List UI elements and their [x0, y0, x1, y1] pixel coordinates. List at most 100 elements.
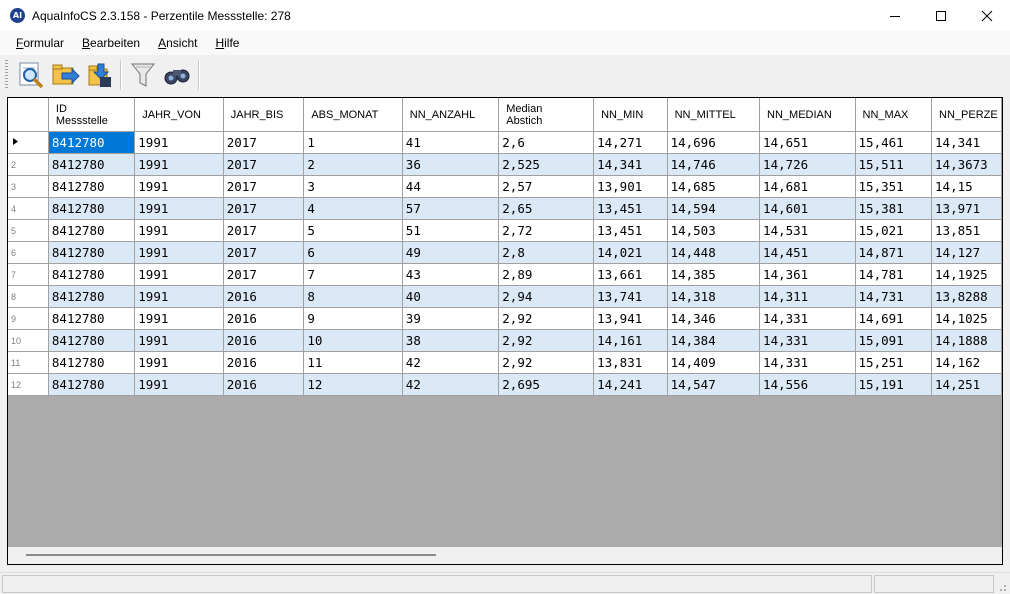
table-cell[interactable]: 14,1888	[931, 329, 1002, 352]
search-document-button[interactable]	[14, 58, 48, 92]
table-cell[interactable]: 14,594	[667, 197, 761, 220]
table-cell[interactable]: 1991	[134, 131, 224, 154]
table-cell[interactable]: 2,92	[498, 351, 595, 374]
toolbar-grip[interactable]	[5, 60, 8, 90]
table-cell[interactable]: 2,89	[498, 263, 595, 286]
column-header[interactable]: JAHR_VON	[134, 98, 224, 132]
table-cell[interactable]: 2017	[223, 219, 305, 242]
table-cell[interactable]: 2,94	[498, 285, 595, 308]
row-header[interactable]: 8	[8, 285, 49, 308]
table-cell[interactable]: 15,351	[855, 175, 933, 198]
table-cell[interactable]: 3	[303, 175, 403, 198]
row-header[interactable]: 12	[8, 373, 49, 396]
table-cell[interactable]: 44	[402, 175, 500, 198]
menu-ansicht[interactable]: Ansicht	[149, 36, 206, 50]
find-button[interactable]	[160, 58, 194, 92]
table-cell[interactable]: 14,271	[593, 131, 668, 154]
table-cell[interactable]: 10	[303, 329, 403, 352]
table-cell[interactable]: 14,781	[855, 263, 933, 286]
table-cell[interactable]: 2,72	[498, 219, 595, 242]
maximize-button[interactable]	[918, 0, 964, 31]
row-header[interactable]: 9	[8, 307, 49, 330]
table-cell[interactable]: 14,409	[667, 351, 761, 374]
table-cell[interactable]: 1991	[134, 373, 224, 396]
table-cell[interactable]: 14,451	[759, 241, 856, 264]
table-cell[interactable]: 1991	[134, 175, 224, 198]
table-cell[interactable]: 2	[303, 153, 403, 176]
table-cell[interactable]: 14,311	[759, 285, 856, 308]
table-cell[interactable]: 14,331	[759, 329, 856, 352]
table-cell[interactable]: 8412780	[48, 307, 136, 330]
table-row[interactable]: 10 8412780 1991 2016 10 38 2,92 14,161 14,384 14,…	[8, 329, 1002, 352]
table-cell[interactable]: 2,8	[498, 241, 595, 264]
table-cell[interactable]: 15,191	[855, 373, 933, 396]
table-cell[interactable]: 14,318	[667, 285, 761, 308]
table-cell[interactable]: 13,741	[593, 285, 668, 308]
column-header[interactable]: ABS_MONAT	[303, 98, 403, 132]
row-header[interactable]: 7	[8, 263, 49, 286]
table-cell[interactable]: 41	[402, 131, 500, 154]
table-cell[interactable]: 12	[303, 373, 403, 396]
table-cell[interactable]: 2017	[223, 153, 305, 176]
table-row[interactable]: 12 8412780 1991 2016 12 42 2,695 14,241 14,547 14…	[8, 373, 1002, 396]
column-header[interactable]: ID Messstelle	[48, 98, 136, 132]
table-cell[interactable]: 13,901	[593, 175, 668, 198]
table-row[interactable]: 3 8412780 1991 2017 3 44 2,57 13,901 14,685 14,68…	[8, 175, 1002, 198]
table-cell[interactable]: 14,448	[667, 241, 761, 264]
table-cell[interactable]: 8412780	[48, 241, 136, 264]
column-header[interactable]: NN_MAX	[855, 98, 933, 132]
table-cell[interactable]: 14,331	[759, 307, 856, 330]
table-cell[interactable]: 13,971	[931, 197, 1002, 220]
export-button[interactable]	[48, 58, 82, 92]
table-cell[interactable]: 14,341	[931, 131, 1002, 154]
table-row[interactable]: 11 8412780 1991 2016 11 42 2,92 13,831 14,409 14,…	[8, 351, 1002, 374]
table-cell[interactable]: 14,331	[759, 351, 856, 374]
table-row[interactable]: 4 8412780 1991 2017 4 57 2,65 13,451 14,594 14,60…	[8, 197, 1002, 220]
table-cell[interactable]: 13,941	[593, 307, 668, 330]
row-header[interactable]: 3	[8, 175, 49, 198]
horizontal-scrollbar[interactable]	[8, 547, 1002, 564]
table-cell[interactable]: 14,547	[667, 373, 761, 396]
table-cell[interactable]: 2,92	[498, 329, 595, 352]
table-cell[interactable]: 14,3673	[931, 153, 1002, 176]
table-cell[interactable]: 14,696	[667, 131, 761, 154]
table-cell[interactable]: 1991	[134, 329, 224, 352]
column-header[interactable]: Median Abstich	[498, 98, 595, 132]
table-cell[interactable]: 7	[303, 263, 403, 286]
table-cell[interactable]: 1991	[134, 219, 224, 242]
table-cell[interactable]: 1991	[134, 153, 224, 176]
table-cell[interactable]: 2017	[223, 175, 305, 198]
table-cell[interactable]: 8412780	[48, 351, 136, 374]
table-cell[interactable]: 1991	[134, 307, 224, 330]
row-header[interactable]: 5	[8, 219, 49, 242]
column-header[interactable]: NN_PERZE	[931, 98, 1002, 132]
table-cell[interactable]: 14,346	[667, 307, 761, 330]
resize-grip-icon[interactable]	[997, 582, 1007, 592]
table-cell[interactable]: 14,341	[593, 153, 668, 176]
table-cell[interactable]: 14,731	[855, 285, 933, 308]
table-cell[interactable]: 14,384	[667, 329, 761, 352]
table-cell[interactable]: 57	[402, 197, 500, 220]
table-cell[interactable]: 2017	[223, 263, 305, 286]
table-cell[interactable]: 14,651	[759, 131, 856, 154]
row-header[interactable]: 2	[8, 153, 49, 176]
table-cell[interactable]: 14,531	[759, 219, 856, 242]
table-cell[interactable]: 14,021	[593, 241, 668, 264]
row-header[interactable]: 10	[8, 329, 49, 352]
table-row[interactable]: 5 8412780 1991 2017 5 51 2,72 13,451 14,503 14,53…	[8, 219, 1002, 242]
table-cell[interactable]: 8412780	[48, 329, 136, 352]
table-cell[interactable]: 1991	[134, 197, 224, 220]
table-cell[interactable]: 2,6	[498, 131, 595, 154]
table-cell[interactable]: 1991	[134, 351, 224, 374]
table-cell[interactable]: 14,681	[759, 175, 856, 198]
table-cell[interactable]: 13,661	[593, 263, 668, 286]
table-cell[interactable]: 36	[402, 153, 500, 176]
table-cell[interactable]: 11	[303, 351, 403, 374]
row-header[interactable]: 6	[8, 241, 49, 264]
table-row[interactable]: 7 8412780 1991 2017 7 43 2,89 13,661 14,385 14,36…	[8, 263, 1002, 286]
table-cell[interactable]: 13,8288	[931, 285, 1002, 308]
table-cell[interactable]: 6	[303, 241, 403, 264]
table-cell[interactable]: 8412780	[48, 175, 136, 198]
table-cell[interactable]: 13,851	[931, 219, 1002, 242]
table-cell[interactable]: 51	[402, 219, 500, 242]
